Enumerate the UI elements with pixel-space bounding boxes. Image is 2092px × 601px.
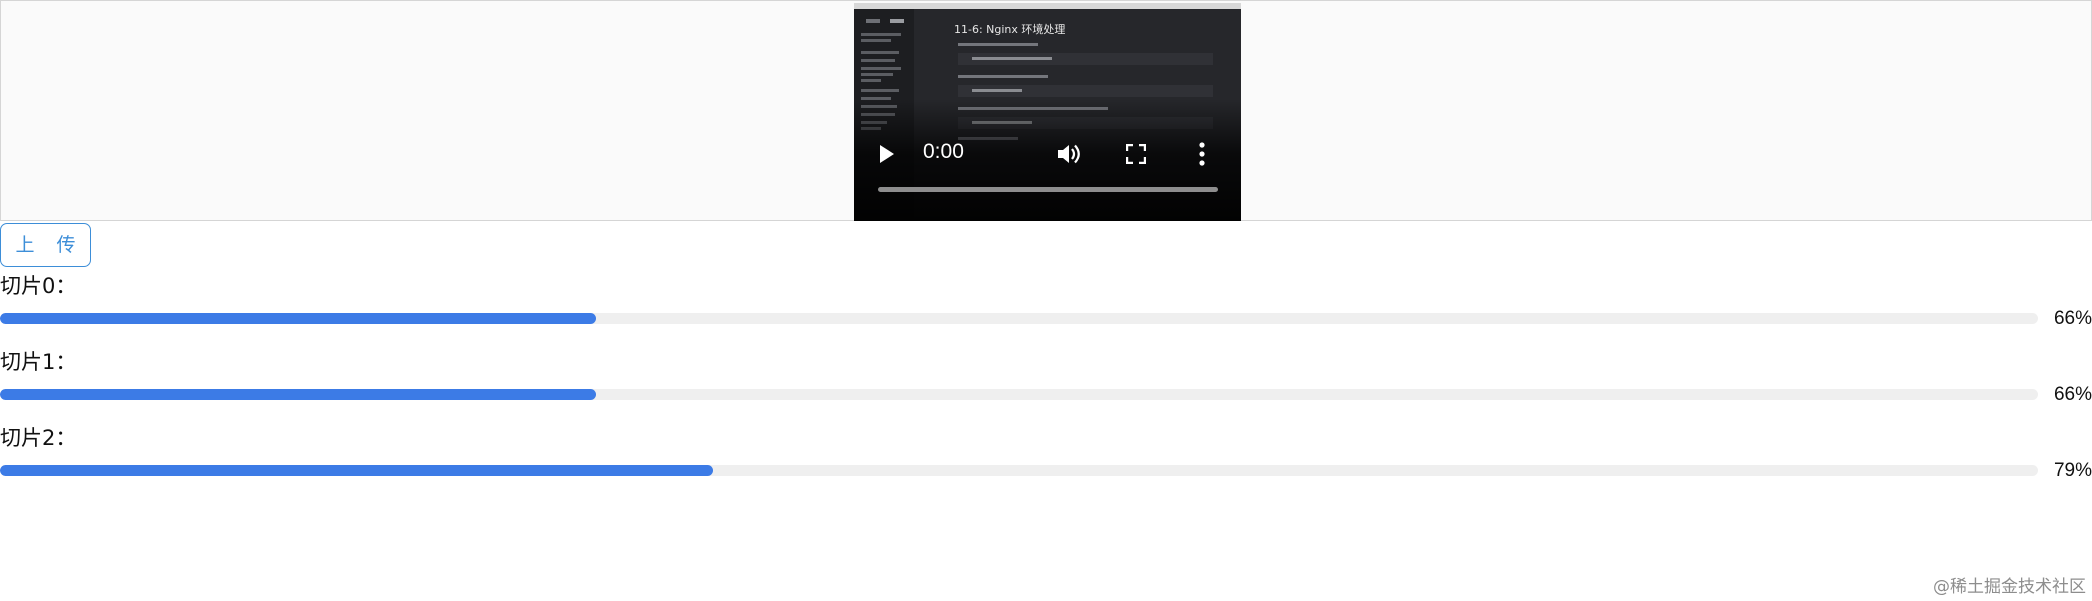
slice-percent: 66% <box>2053 384 2092 405</box>
video-frame-title: 11-6: Nginx 环境处理 <box>954 23 1066 36</box>
video-seekbar[interactable] <box>878 187 1218 192</box>
slice-label: 切片2： <box>0 426 77 450</box>
slice-progress-track <box>0 313 2038 324</box>
slice-percent: 66% <box>2053 308 2092 329</box>
controls-gradient <box>854 99 1241 221</box>
current-time: 0:00 <box>923 140 964 163</box>
fullscreen-icon[interactable] <box>1126 144 1146 164</box>
slice-progress-fill <box>0 389 596 400</box>
slice-progress-track <box>0 465 2038 476</box>
volume-icon[interactable] <box>1057 143 1081 165</box>
slice-label: 切片1： <box>0 350 77 374</box>
slice-progress-fill <box>0 313 596 324</box>
slice-progress-track <box>0 389 2038 400</box>
slice-progress-fill <box>0 465 713 476</box>
video-player[interactable]: 11-6: Nginx 环境处理 0:00 <box>854 3 1241 221</box>
play-icon[interactable] <box>880 145 894 163</box>
more-vertical-icon[interactable] <box>1198 142 1206 166</box>
upload-button[interactable]: 上 传 <box>0 223 91 267</box>
slice-percent: 79% <box>2053 460 2092 481</box>
watermark: @稀土掘金技术社区 <box>1933 577 2086 597</box>
video-container: 11-6: Nginx 环境处理 0:00 <box>0 0 2092 221</box>
slice-label: 切片0： <box>0 274 77 298</box>
